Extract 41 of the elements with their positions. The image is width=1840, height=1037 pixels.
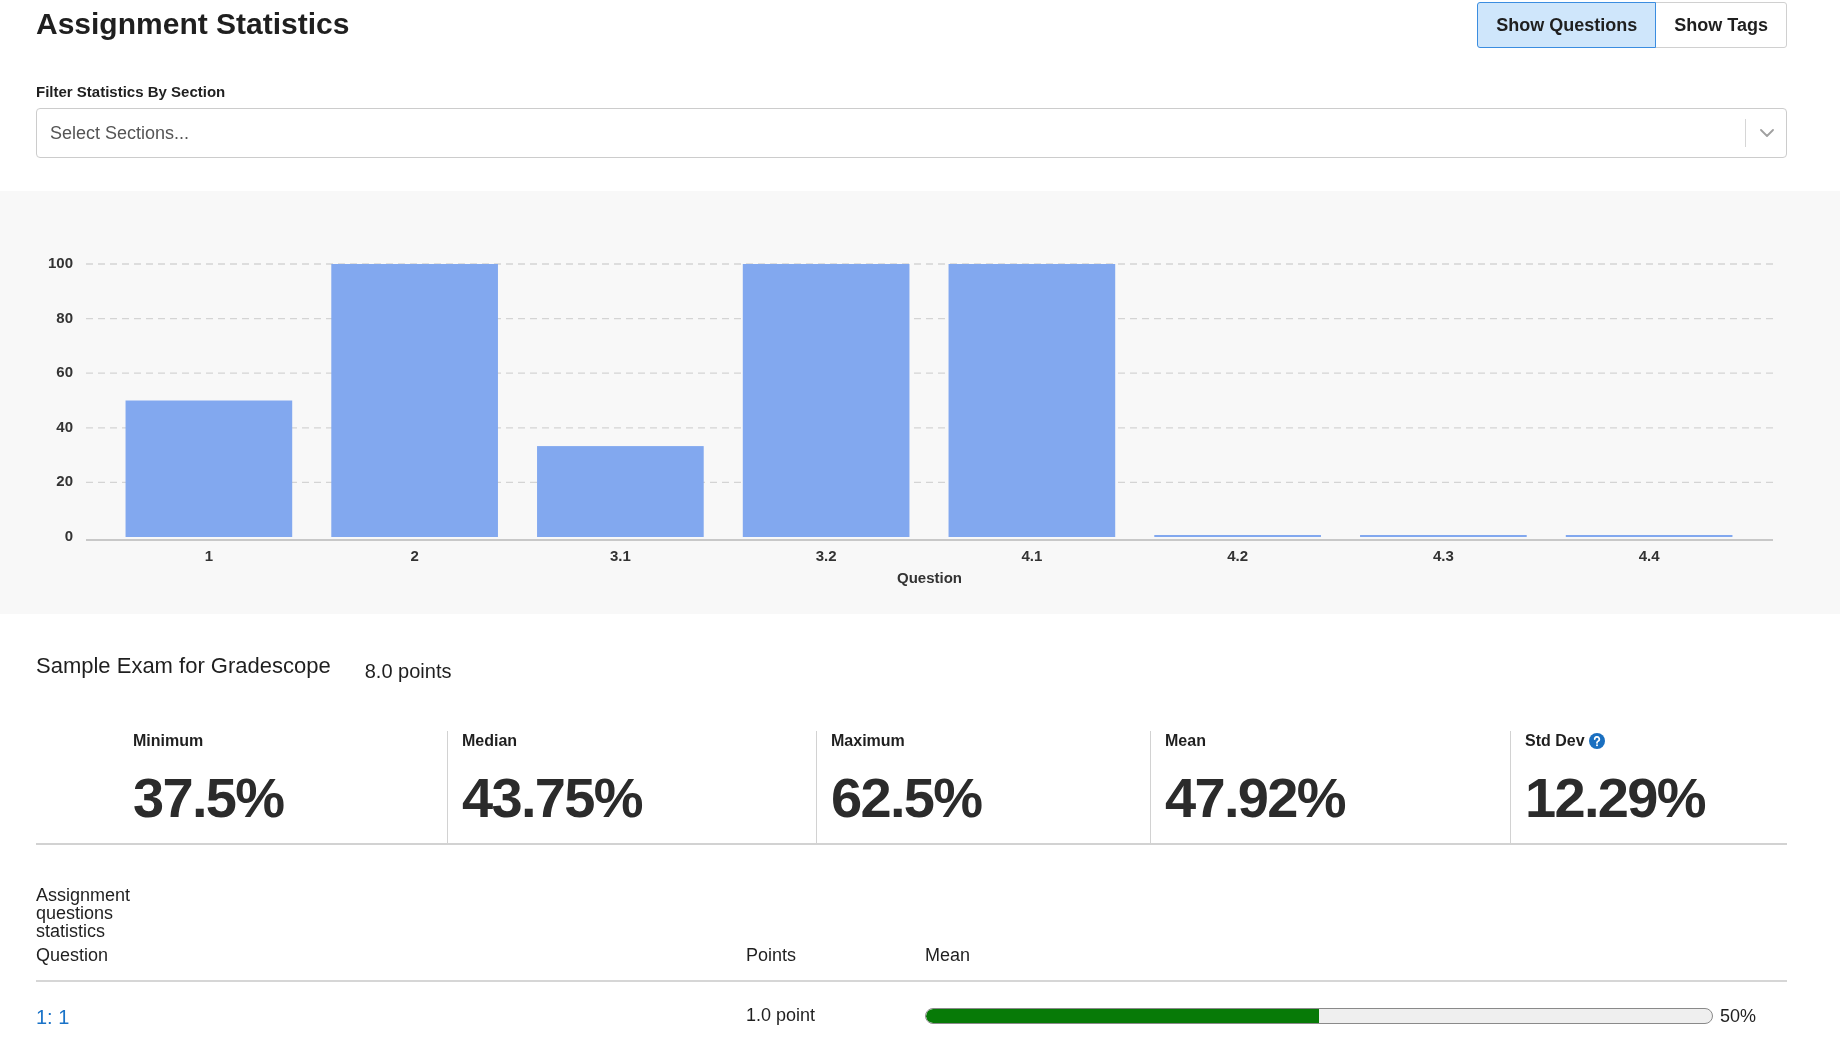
mean-percentage: 50% (1720, 1004, 1757, 1027)
axis-tick-label: 40 (56, 417, 73, 435)
axis-tick-label: 20 (56, 472, 73, 490)
stat-label: Median (462, 731, 518, 751)
axis-tick-label: 0 (64, 526, 73, 544)
column-header: Question (36, 945, 109, 965)
axis-tick-label: 4.1 (1021, 546, 1043, 564)
stat-label: Std Dev (1525, 731, 1585, 751)
view-toggle-button[interactable]: Show Tags (1655, 2, 1787, 48)
stat-label: Mean (1165, 731, 1206, 751)
stat-value: 47.92% (1165, 766, 1345, 830)
page-title: Assignment Statistics (36, 6, 350, 42)
axis-tick-label: 1 (204, 546, 214, 564)
axis-tick-label: 2 (410, 546, 419, 564)
axis-title: Question (897, 568, 962, 586)
assignment-name: Sample Exam for Gradescope (36, 652, 331, 680)
axis-tick-label: 100 (47, 253, 73, 271)
axis-tick-label: 80 (56, 308, 73, 326)
view-toggle-button[interactable]: Show Questions (1477, 2, 1657, 48)
stat-label: Maximum (831, 731, 905, 751)
filter-label: Filter Statistics By Section (36, 82, 227, 102)
axis-tick-label: 3.2 (815, 546, 837, 564)
stat-value: 12.29% (1525, 766, 1705, 830)
question-mark-icon[interactable] (1588, 733, 1605, 749)
table-caption: Assignment questions statistics (36, 886, 132, 940)
axis-tick-label: 4.3 (1432, 546, 1454, 564)
points-cell: 1.0 point (746, 1004, 816, 1025)
stat-label: Minimum (133, 731, 204, 751)
section-select[interactable]: Select Sections... (36, 108, 1787, 158)
axis-tick-label: 60 (56, 363, 73, 381)
axis-tick-label: 4.2 (1227, 546, 1249, 564)
stat-value: 62.5% (831, 766, 982, 830)
stat-value: 43.75% (462, 766, 642, 830)
total-points: 8.0 points (364, 659, 452, 684)
question-link[interactable]: 1: 1 (36, 1006, 70, 1028)
column-header: Points (746, 945, 797, 965)
axis-tick-label: 4.4 (1638, 546, 1660, 564)
axis-tick-label: 3.1 (609, 546, 631, 564)
column-header: Mean (925, 945, 971, 965)
chevron-down-icon[interactable] (1759, 129, 1774, 137)
stat-value: 37.5% (133, 766, 284, 830)
